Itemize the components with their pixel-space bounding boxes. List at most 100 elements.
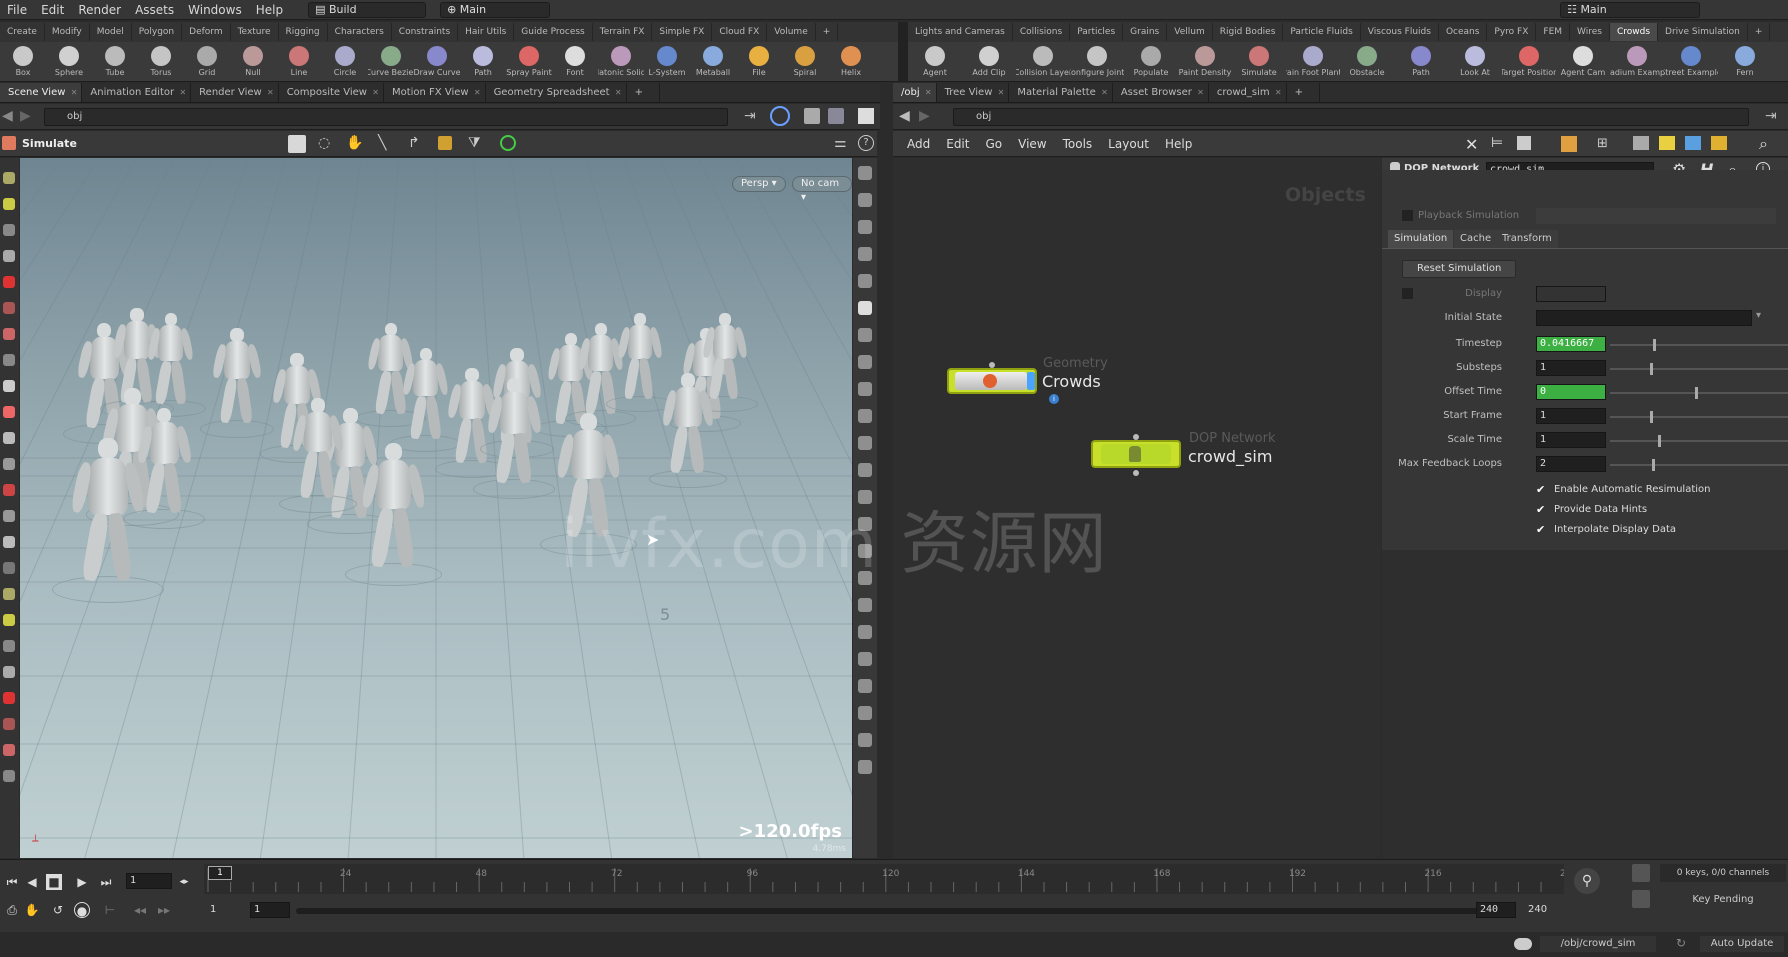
grid-view-icon[interactable] bbox=[1561, 136, 1577, 152]
tool-add-clip[interactable]: Add Clip bbox=[962, 42, 1016, 77]
reset-simulation-button[interactable]: Reset Simulation bbox=[1402, 260, 1517, 278]
left-tool-icon[interactable] bbox=[3, 302, 15, 314]
left-tool-icon[interactable] bbox=[3, 588, 15, 600]
menu-assets[interactable]: Assets bbox=[128, 0, 181, 20]
slider-handle[interactable] bbox=[1695, 387, 1698, 399]
image-icon[interactable] bbox=[1685, 136, 1701, 150]
tool-look-at[interactable]: Look At bbox=[1448, 42, 1502, 77]
initial-state-field[interactable] bbox=[1536, 310, 1752, 326]
viewport-tool-icon[interactable] bbox=[858, 571, 872, 585]
timeline-playhead[interactable]: 1 bbox=[208, 866, 232, 880]
current-frame-field[interactable]: 1 bbox=[126, 873, 172, 889]
node-crowd-sim[interactable] bbox=[1091, 434, 1183, 476]
param-field-offset-time[interactable]: 0 bbox=[1536, 384, 1606, 400]
step-icon[interactable]: ◂▸ bbox=[176, 874, 192, 890]
tool-path[interactable]: Path bbox=[1394, 42, 1448, 77]
brush-icon[interactable]: ✋ bbox=[346, 135, 363, 151]
forward-arrow-icon[interactable]: ▶ bbox=[919, 108, 930, 124]
left-tool-icon[interactable] bbox=[3, 536, 15, 548]
viewport-tool-icon[interactable] bbox=[858, 517, 872, 531]
left-tool-icon[interactable] bbox=[3, 510, 15, 522]
shelf-tab-constraints[interactable]: Constraints bbox=[392, 23, 459, 41]
tab-close-icon[interactable]: ✕ bbox=[1101, 83, 1108, 102]
net-menu-edit[interactable]: Edit bbox=[938, 137, 977, 151]
shelf-tab-fem[interactable]: FEM bbox=[1536, 23, 1571, 41]
menu-windows[interactable]: Windows bbox=[181, 0, 249, 20]
pane-tab-tree-view[interactable]: Tree View ✕ bbox=[937, 83, 1010, 102]
pin-icon[interactable]: ⇥ bbox=[744, 108, 756, 124]
shelf-tab-create[interactable]: Create bbox=[0, 23, 45, 41]
tab-close-icon[interactable]: ✕ bbox=[267, 83, 274, 102]
viewport-square-icon[interactable] bbox=[858, 108, 874, 124]
left-tool-icon[interactable] bbox=[3, 406, 15, 418]
slider-handle[interactable] bbox=[1653, 339, 1656, 351]
camera-icon[interactable] bbox=[828, 108, 844, 124]
viewport-tool-icon[interactable] bbox=[858, 220, 872, 234]
pane-tab-animation-editor[interactable]: Animation Editor ✕ bbox=[82, 83, 192, 102]
tool-grid[interactable]: Grid bbox=[184, 42, 230, 77]
slider-handle[interactable] bbox=[1650, 411, 1653, 423]
pane-tab-composite-view[interactable]: Composite View ✕ bbox=[279, 83, 384, 102]
range-icon[interactable]: ● bbox=[74, 902, 90, 918]
tab-close-icon[interactable]: ✕ bbox=[1275, 83, 1282, 102]
left-tool-icon[interactable] bbox=[3, 484, 15, 496]
key-tool-icon[interactable]: ⚲ bbox=[1574, 868, 1600, 894]
tool-street-example[interactable]: Street Example bbox=[1664, 42, 1718, 77]
viewport-tool-icon[interactable] bbox=[858, 598, 872, 612]
screen-icon[interactable] bbox=[1633, 136, 1649, 150]
back-arrow-icon[interactable]: ◀ bbox=[2, 108, 13, 124]
tab-close-icon[interactable]: ✕ bbox=[1197, 83, 1204, 102]
left-tool-icon[interactable] bbox=[3, 744, 15, 756]
note-icon[interactable] bbox=[1659, 136, 1675, 150]
menu-help[interactable]: Help bbox=[249, 0, 290, 20]
node-input-icon[interactable] bbox=[989, 362, 995, 368]
tool-font[interactable]: Font bbox=[552, 42, 598, 77]
slider-handle[interactable] bbox=[1652, 459, 1655, 471]
tool-terrain-foot-planting[interactable]: Terrain Foot Planting bbox=[1286, 42, 1340, 77]
tool-spiral[interactable]: Spiral bbox=[782, 42, 828, 77]
viewport-tool-icon[interactable] bbox=[858, 706, 872, 720]
tab-close-icon[interactable]: ✕ bbox=[71, 83, 78, 102]
param-slider-scale-time[interactable] bbox=[1610, 440, 1788, 442]
shelf-tab-particles[interactable]: Particles bbox=[1070, 23, 1124, 41]
persp-button[interactable]: Persp ▾ bbox=[732, 176, 786, 192]
auto-update-button[interactable]: Auto Update bbox=[1700, 936, 1784, 952]
cube-icon[interactable] bbox=[804, 108, 820, 124]
box-select-icon[interactable] bbox=[438, 136, 452, 150]
shelf-tab-modify[interactable]: Modify bbox=[45, 23, 90, 41]
param-tab-cache[interactable]: Cache bbox=[1454, 230, 1498, 248]
shelf-tab-lights-and-cameras[interactable]: Lights and Cameras bbox=[908, 23, 1013, 41]
tool-draw-curve[interactable]: Draw Curve bbox=[414, 42, 460, 77]
folder-icon[interactable] bbox=[1711, 136, 1727, 150]
range-start-field[interactable]: 1 bbox=[250, 902, 290, 918]
tool-agent[interactable]: Agent bbox=[908, 42, 962, 77]
tool-helix[interactable]: Helix bbox=[828, 42, 874, 77]
shelf-tab-terrain-fx[interactable]: Terrain FX bbox=[593, 23, 653, 41]
jump-end-icon[interactable]: ⏭ bbox=[98, 874, 114, 890]
search-icon[interactable]: ⌕ bbox=[1759, 134, 1768, 154]
menu-render[interactable]: Render bbox=[71, 0, 128, 20]
viewport-tool-icon[interactable] bbox=[858, 544, 872, 558]
viewport-tool-icon[interactable] bbox=[858, 409, 872, 423]
tab-close-icon[interactable]: ✕ bbox=[372, 83, 379, 102]
group-icon[interactable]: ⧩ bbox=[468, 135, 481, 151]
shelf-tab-grains[interactable]: Grains bbox=[1123, 23, 1168, 41]
viewport-tool-icon[interactable] bbox=[858, 490, 872, 504]
shelf-tab-rigid-bodies[interactable]: Rigid Bodies bbox=[1213, 23, 1284, 41]
shelf-tab-particle-fluids[interactable]: Particle Fluids bbox=[1283, 23, 1361, 41]
left-tool-icon[interactable] bbox=[3, 198, 15, 210]
status-path[interactable]: /obj/crowd_sim bbox=[1540, 936, 1656, 952]
left-tool-icon[interactable] bbox=[3, 224, 15, 236]
shelf-tab-characters[interactable]: Characters bbox=[328, 23, 392, 41]
menu-file[interactable]: File bbox=[0, 0, 34, 20]
layout-icon[interactable]: ⊞ bbox=[1597, 136, 1608, 151]
net-menu-view[interactable]: View bbox=[1010, 137, 1054, 151]
tool-box[interactable]: Box bbox=[0, 42, 46, 77]
shelf-tab-oceans[interactable]: Oceans bbox=[1439, 23, 1488, 41]
slider-handle[interactable] bbox=[1650, 363, 1653, 375]
shelf-tab-guide-process[interactable]: Guide Process bbox=[514, 23, 593, 41]
param-tab-simulation[interactable]: Simulation bbox=[1388, 230, 1454, 248]
tool-obstacle[interactable]: Obstacle bbox=[1340, 42, 1394, 77]
pin-icon[interactable]: ⇥ bbox=[1765, 108, 1777, 124]
tool-path[interactable]: Path bbox=[460, 42, 506, 77]
